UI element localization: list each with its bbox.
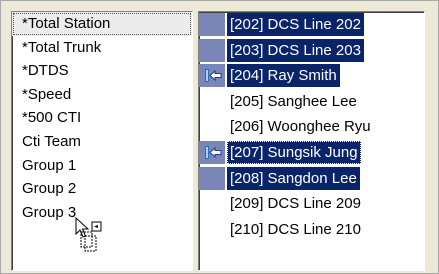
station-label: [210] DCS Line 210	[230, 220, 361, 238]
station-row[interactable]: [204] Ray Smith	[199, 63, 424, 89]
station-icon-cell	[199, 218, 225, 241]
station-row[interactable]: [208] Sangdon Lee	[199, 166, 424, 192]
group-list[interactable]: *Total Station *Total Trunk *DTDS *Speed…	[12, 12, 192, 224]
station-row[interactable]: [210] DCS Line 210	[199, 217, 424, 243]
call-forward-icon	[205, 145, 222, 159]
group-item-cti-team[interactable]: Cti Team	[12, 130, 192, 154]
station-icon-cell	[199, 166, 225, 190]
station-row[interactable]: [206] Woonghee Ryu	[199, 114, 424, 140]
station-label: [205] Sanghee Lee	[230, 92, 357, 110]
group-item-speed[interactable]: *Speed	[12, 83, 192, 107]
station-row[interactable]: [207] Sungsik Jung	[199, 140, 424, 166]
station-label: [202] DCS Line 202	[227, 13, 364, 36]
station-label: [204] Ray Smith	[227, 64, 340, 88]
station-icon-cell	[199, 38, 225, 62]
call-forward-icon	[205, 69, 222, 83]
drag-copy-cursor-icon	[75, 216, 102, 252]
station-icon-cell	[199, 13, 225, 36]
station-label: [209] DCS Line 209	[230, 195, 361, 213]
station-label: [203] DCS Line 203	[227, 38, 364, 62]
group-item-group-1[interactable]: Group 1	[12, 154, 192, 178]
station-icon-cell	[199, 115, 225, 138]
station-list-panel[interactable]: [202] DCS Line 202 [203] DCS Line 203 [204…	[198, 11, 425, 271]
station-row[interactable]: [202] DCS Line 202	[199, 12, 424, 38]
station-row[interactable]: [203] DCS Line 203	[199, 38, 424, 64]
group-item-dtds[interactable]: *DTDS	[12, 59, 192, 83]
group-item-500-cti[interactable]: *500 CTI	[12, 106, 192, 130]
station-icon-cell	[199, 192, 225, 215]
station-label: [207] Sungsik Jung	[227, 140, 361, 164]
station-icon-cell	[199, 90, 225, 113]
station-label: [208] Sangdon Lee	[227, 166, 360, 190]
station-label: [206] Woonghee Ryu	[230, 118, 371, 136]
group-item-total-trunk[interactable]: *Total Trunk	[12, 36, 192, 60]
station-row[interactable]: [205] Sanghee Lee	[199, 89, 424, 115]
group-item-group-2[interactable]: Group 2	[12, 177, 192, 201]
group-item-total-station[interactable]: *Total Station	[12, 12, 192, 36]
window-frame: *Total Station *Total Trunk *DTDS *Speed…	[0, 0, 439, 274]
station-icon-cell	[199, 140, 225, 164]
station-list[interactable]: [202] DCS Line 202 [203] DCS Line 203 [204…	[199, 12, 424, 242]
station-row[interactable]: [209] DCS Line 209	[199, 191, 424, 217]
station-icon-cell	[199, 64, 225, 88]
